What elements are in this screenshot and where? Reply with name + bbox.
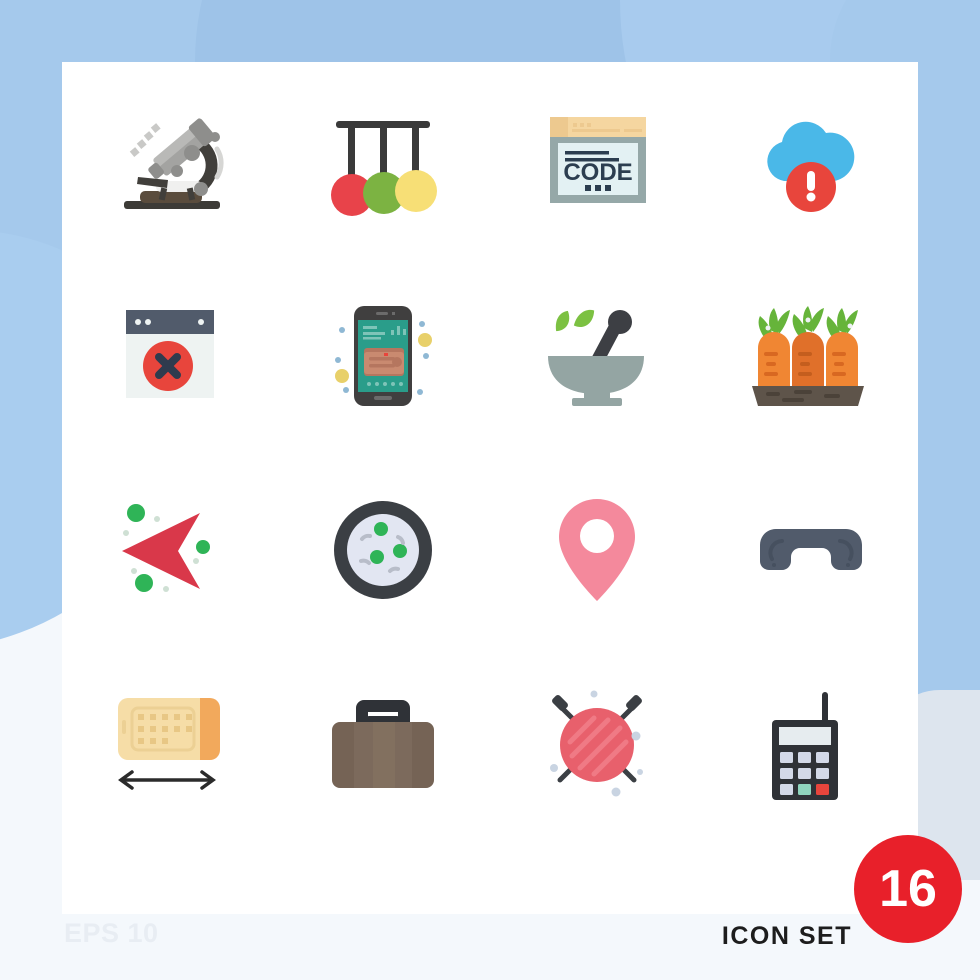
icon-cell-carrots[interactable] (704, 257, 918, 452)
icon-cell-cloud-alert[interactable] (704, 62, 918, 257)
icon-cell-cursor-arrow[interactable] (62, 452, 276, 647)
icon-cell-mobile-wallet[interactable] (276, 257, 490, 452)
cursor-arrow-icon (122, 503, 210, 592)
icon-cell-phone-handset[interactable] (704, 452, 918, 647)
eps-label: EPS 10 (64, 918, 159, 948)
icon-set-label: ICON SET (721, 922, 852, 950)
petri-dish-icon (334, 500, 432, 599)
phone-handset-icon (760, 528, 862, 570)
blueprint-width-icon (118, 697, 220, 790)
icon-cell-briefcase[interactable] (276, 647, 490, 842)
yarn-knitting-icon (550, 690, 643, 796)
carrots-icon (752, 305, 864, 406)
code-browser-text: CODE (563, 159, 632, 186)
icon-count-badge: 16 (854, 835, 962, 943)
icon-cell-yarn-knitting[interactable] (490, 647, 704, 842)
mobile-wallet-icon (335, 305, 432, 406)
icon-cell-blueprint-width[interactable] (62, 647, 276, 842)
icon-grid: CODE (62, 62, 918, 842)
browser-error-icon (126, 309, 214, 398)
icon-cell-newtons-cradle[interactable] (276, 62, 490, 257)
microscope-icon (124, 117, 224, 209)
code-browser-icon: CODE (550, 116, 646, 203)
icon-cell-microscope[interactable] (62, 62, 276, 257)
icon-cell-location-pin[interactable] (490, 452, 704, 647)
icon-cell-code-browser[interactable]: CODE (490, 62, 704, 257)
newtons-cradle-icon (331, 120, 437, 216)
briefcase-icon (332, 699, 434, 788)
location-pin-icon (559, 498, 635, 601)
icon-cell-mobile-phone-antenna[interactable] (704, 647, 918, 842)
icon-cell-mortar-pestle[interactable] (490, 257, 704, 452)
cloud-alert-icon (767, 121, 855, 212)
mortar-pestle-icon (548, 309, 644, 406)
icon-cell-browser-error[interactable] (62, 257, 276, 452)
icon-cell-petri-dish[interactable] (276, 452, 490, 647)
mobile-phone-antenna-icon (772, 691, 838, 800)
